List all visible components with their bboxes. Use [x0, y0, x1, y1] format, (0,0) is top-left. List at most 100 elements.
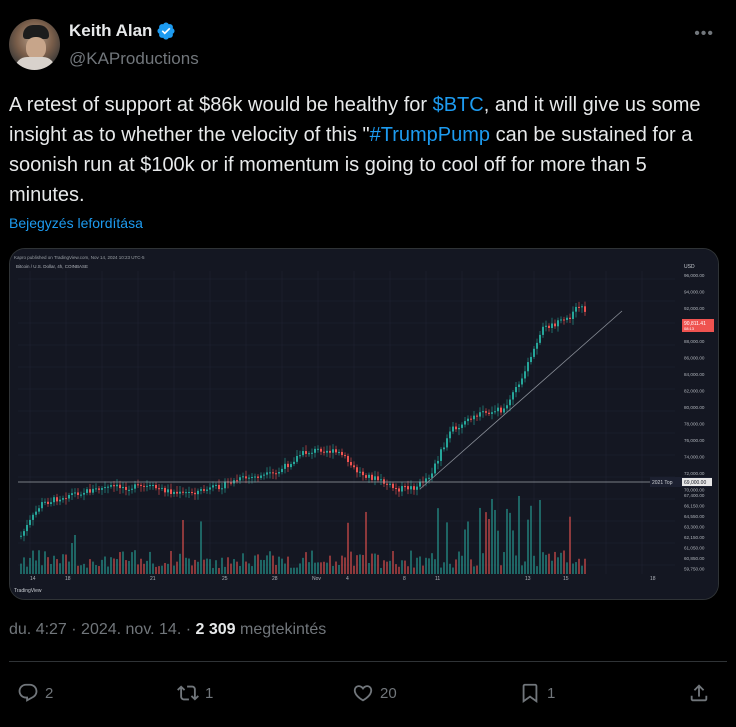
candle-body — [131, 488, 133, 490]
time-tick-label: 8 — [403, 576, 406, 582]
volume-bar — [209, 559, 211, 574]
candle-body — [539, 334, 541, 343]
chart-image[interactable]: Kapro published on TradingView.com, Nov … — [9, 248, 719, 600]
volume-bar — [476, 565, 478, 574]
author-name[interactable]: Keith Alan — [69, 21, 152, 41]
volume-bar — [578, 558, 580, 574]
volume-bar — [413, 567, 415, 574]
volume-tick-label: 66,150.00 — [684, 504, 705, 509]
volume-bar — [212, 567, 214, 574]
candle-body — [101, 488, 103, 490]
candle-body — [287, 463, 289, 468]
candle-body — [446, 438, 448, 448]
candle-body — [560, 319, 562, 321]
candle-body — [398, 488, 400, 492]
volume-bar — [245, 561, 247, 574]
volume-bar — [446, 522, 448, 574]
volume-bar — [389, 560, 391, 574]
author-name-row[interactable]: Keith Alan — [69, 21, 176, 41]
volume-bar — [188, 558, 190, 574]
volume-bar — [281, 558, 283, 574]
bookmark-count: 1 — [547, 684, 556, 702]
candle-body — [581, 306, 583, 308]
price-tick-label: 94,000.00 — [684, 290, 705, 295]
candle-body — [503, 408, 505, 413]
more-options-icon[interactable]: ••• — [694, 25, 714, 43]
volume-bar — [461, 555, 463, 574]
candle-body — [455, 426, 457, 430]
volume-bar — [119, 552, 121, 574]
candle-body — [410, 486, 412, 490]
candle-body — [224, 481, 226, 489]
candle-body — [86, 489, 88, 493]
candle-body — [137, 484, 139, 486]
volume-bar — [575, 562, 577, 574]
volume-bar — [20, 563, 22, 574]
candle-body — [188, 492, 190, 494]
volume-bar — [494, 509, 496, 574]
volume-bar — [191, 565, 193, 574]
volume-bar — [176, 561, 178, 574]
candle-body — [230, 482, 232, 484]
reply-button[interactable]: 2 — [17, 682, 53, 704]
volume-bar — [524, 561, 526, 574]
candle-body — [89, 489, 91, 493]
bookmark-button[interactable]: 1 — [519, 682, 555, 704]
time-tick-label: 14 — [30, 576, 36, 582]
candle-body — [377, 476, 379, 481]
volume-bar — [296, 567, 298, 574]
tweet-time[interactable]: du. 4:27 — [9, 621, 67, 638]
volume-bar — [116, 559, 118, 574]
volume-bar — [173, 565, 175, 574]
candle-body — [281, 468, 283, 473]
volume-bar — [185, 557, 187, 574]
cashtag-link[interactable]: $BTC — [433, 94, 484, 116]
volume-bar — [452, 567, 454, 574]
candle-body — [92, 488, 94, 493]
candle-body — [179, 491, 181, 494]
volume-tick-label: 62,150.00 — [684, 535, 705, 540]
tweet-date[interactable]: 2024. nov. 14. — [81, 621, 181, 638]
volume-bar — [287, 556, 289, 574]
volume-bar — [467, 521, 469, 574]
volume-bar — [146, 560, 148, 574]
volume-bar — [572, 563, 574, 574]
candle-body — [278, 472, 280, 474]
volume-bar — [137, 564, 139, 574]
price-tick-label: 92,000.00 — [684, 306, 705, 311]
volume-bar — [125, 560, 127, 574]
candle-body — [35, 511, 37, 515]
share-button[interactable] — [688, 682, 710, 704]
volume-bar — [308, 562, 310, 574]
volume-bar — [542, 552, 544, 574]
volume-bar — [539, 500, 541, 574]
repost-count: 1 — [205, 684, 214, 702]
candle-body — [248, 477, 250, 479]
candle-body — [83, 492, 85, 495]
candle-body — [257, 476, 259, 478]
volume-bar — [98, 566, 100, 574]
hashtag-link[interactable]: #TrumpPump — [370, 124, 490, 146]
volume-bar — [437, 508, 439, 574]
candle-body — [65, 498, 67, 500]
candle-body — [332, 449, 334, 453]
volume-bar — [425, 557, 427, 574]
volume-bar — [566, 562, 568, 574]
avatar[interactable] — [9, 19, 60, 70]
volume-bar — [356, 555, 358, 574]
volume-bar — [488, 518, 490, 574]
repost-button[interactable]: 1 — [177, 682, 213, 704]
volume-bar — [512, 530, 514, 574]
volume-bar — [395, 564, 397, 574]
volume-bar — [26, 566, 28, 574]
candle-body — [260, 475, 262, 478]
volume-bar — [47, 557, 49, 574]
reply-icon — [18, 683, 38, 702]
time-tick-label: 18 — [650, 576, 656, 582]
view-count: 2 309 — [195, 621, 236, 638]
like-button[interactable]: 20 — [352, 682, 397, 704]
translate-post-link[interactable]: Bejegyzés lefordítása — [9, 215, 143, 231]
author-handle[interactable]: @KAProductions — [69, 49, 199, 69]
volume-bar — [299, 563, 301, 574]
candle-body — [59, 499, 61, 502]
